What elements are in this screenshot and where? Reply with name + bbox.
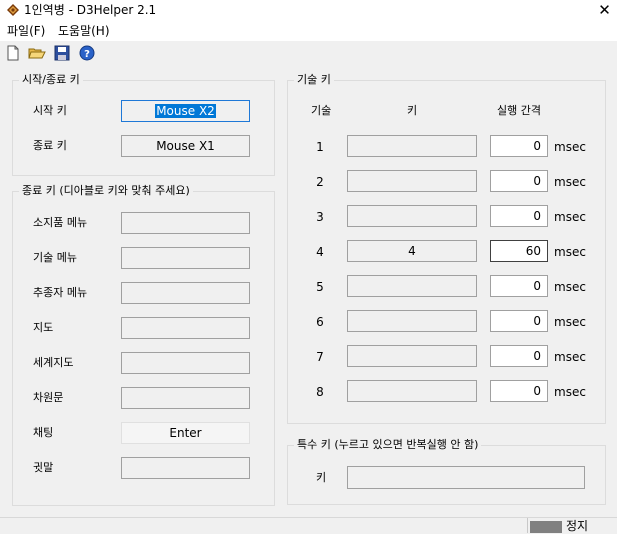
skill-keys-group-title: 기술 키 xyxy=(294,73,334,87)
world-map-key-field[interactable] xyxy=(121,352,250,374)
whisper-key-field[interactable] xyxy=(121,457,250,479)
key-column-header: 키 xyxy=(407,104,418,117)
skill-key-field-8[interactable] xyxy=(347,380,477,402)
portal-key-label: 차원문 xyxy=(33,391,64,404)
stop-key-field[interactable]: Mouse X1 xyxy=(121,135,250,157)
skill-interval-field-7[interactable]: 0 xyxy=(490,345,548,367)
close-button[interactable]: ✕ xyxy=(592,0,617,21)
map-key-field[interactable] xyxy=(121,317,250,339)
skill-interval-unit-1: msec xyxy=(554,140,586,154)
open-folder-icon[interactable] xyxy=(28,44,46,62)
special-key-field[interactable] xyxy=(347,466,585,489)
skills-menu-key-field[interactable] xyxy=(121,247,250,269)
skill-key-field-1[interactable] xyxy=(347,135,477,157)
skill-key-field-5[interactable] xyxy=(347,275,477,297)
svg-text:?: ? xyxy=(84,49,90,60)
status-text: 정지 xyxy=(566,519,589,533)
skill-interval-field-8[interactable]: 0 xyxy=(490,380,548,402)
inventory-key-field[interactable] xyxy=(121,212,250,234)
skill-interval-field-1[interactable]: 0 xyxy=(490,135,548,157)
status-bar xyxy=(0,517,617,533)
skill-interval-field-2[interactable]: 0 xyxy=(490,170,548,192)
follower-key-label: 추종자 메뉴 xyxy=(33,286,88,299)
window-title: 1인역병 - D3Helper 2.1 xyxy=(24,3,157,17)
save-icon[interactable] xyxy=(53,44,71,62)
skill-key-field-4[interactable]: 4 xyxy=(347,240,477,262)
skill-interval-field-6[interactable]: 0 xyxy=(490,310,548,332)
interval-column-header: 실행 간격 xyxy=(497,104,541,117)
skill-interval-unit-7: msec xyxy=(554,350,586,364)
chat-key-field[interactable]: Enter xyxy=(121,422,250,444)
skills-menu-key-label: 기술 메뉴 xyxy=(33,251,77,264)
skill-number-1: 1 xyxy=(316,140,324,154)
new-file-icon[interactable] xyxy=(4,44,22,62)
whisper-key-label: 귓말 xyxy=(33,461,54,474)
start-key-value: Mouse X2 xyxy=(155,104,216,118)
stop-key-label: 종료 키 xyxy=(33,139,67,152)
follower-key-field[interactable] xyxy=(121,282,250,304)
inventory-key-label: 소지품 메뉴 xyxy=(33,216,88,229)
skill-interval-unit-5: msec xyxy=(554,280,586,294)
skill-interval-unit-4: msec xyxy=(554,245,586,259)
skill-key-field-2[interactable] xyxy=(347,170,477,192)
start-stop-group xyxy=(12,80,275,176)
map-key-label: 지도 xyxy=(33,321,54,334)
game-keys-group-title: 종료 키 (디아블로 키와 맞춰 주세요) xyxy=(19,184,193,198)
menu-file[interactable]: 파일(F) xyxy=(7,23,45,39)
chat-key-label: 채팅 xyxy=(33,426,54,439)
skill-number-3: 3 xyxy=(316,210,324,224)
skill-interval-field-4[interactable]: 60 xyxy=(490,240,548,262)
portal-key-field[interactable] xyxy=(121,387,250,409)
special-key-group-title: 특수 키 (누르고 있으면 반복실행 안 함) xyxy=(294,438,482,452)
skill-number-6: 6 xyxy=(316,315,324,329)
skill-column-header: 기술 xyxy=(311,104,332,117)
skill-interval-field-5[interactable]: 0 xyxy=(490,275,548,297)
special-key-label: 키 xyxy=(316,471,327,484)
start-key-label: 시작 키 xyxy=(33,104,67,117)
skill-interval-unit-3: msec xyxy=(554,210,586,224)
skill-key-field-6[interactable] xyxy=(347,310,477,332)
skill-interval-unit-6: msec xyxy=(554,315,586,329)
skill-number-8: 8 xyxy=(316,385,324,399)
skill-interval-unit-2: msec xyxy=(554,175,586,189)
skill-interval-unit-8: msec xyxy=(554,385,586,399)
skill-key-field-7[interactable] xyxy=(347,345,477,367)
skill-interval-field-3[interactable]: 0 xyxy=(490,205,548,227)
skill-number-2: 2 xyxy=(316,175,324,189)
menu-help[interactable]: 도움말(H) xyxy=(58,23,110,39)
start-stop-group-title: 시작/종료 키 xyxy=(19,73,83,87)
app-icon xyxy=(7,4,19,16)
skill-number-5: 5 xyxy=(316,280,324,294)
help-icon[interactable]: ? xyxy=(78,44,96,62)
skill-key-field-3[interactable] xyxy=(347,205,477,227)
world-map-key-label: 세계지도 xyxy=(33,356,74,369)
skill-number-7: 7 xyxy=(316,350,324,364)
status-divider xyxy=(527,518,528,533)
status-indicator xyxy=(530,521,562,533)
skill-number-4: 4 xyxy=(316,245,324,259)
start-key-field[interactable]: Mouse X2 xyxy=(121,100,250,122)
